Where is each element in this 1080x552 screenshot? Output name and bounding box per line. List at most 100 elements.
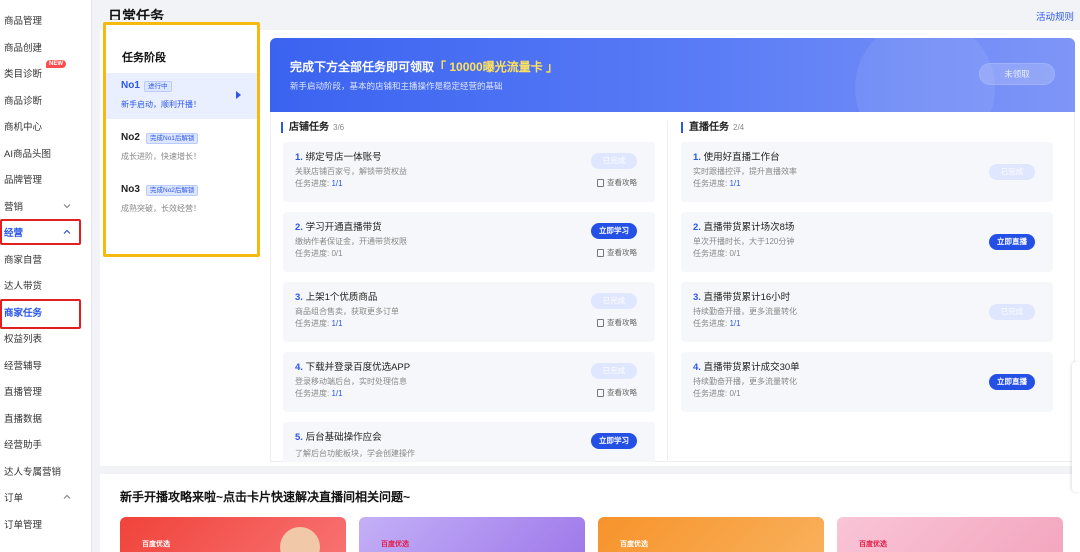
- task-completed-button[interactable]: 已完成: [591, 293, 637, 309]
- sidebar-item-label: 营销: [4, 202, 24, 213]
- sidebar-item-operation-assistant[interactable]: 经营助手: [0, 432, 92, 456]
- task-description: 登录移动端后台，实时处理信息: [295, 377, 407, 386]
- task-progress-value: 0/1: [729, 389, 741, 398]
- stage-item-2[interactable]: No2 完成No1后解锁 成长进阶，快速增长！: [106, 125, 257, 171]
- guide-card[interactable]: 百度优选: [837, 517, 1063, 552]
- reward-banner: 完成下方全部任务即可领取「 10000曝光流量卡 」 新手启动阶段，基本的店铺和…: [270, 38, 1075, 112]
- live-tasks-title: 直播任务: [689, 122, 729, 133]
- task-completed-button[interactable]: 已完成: [989, 164, 1035, 180]
- task-title: 下载并登录百度优选APP: [305, 362, 411, 373]
- sidebar-item-benefits-list[interactable]: 权益列表: [0, 326, 92, 350]
- sidebar-item-label: 类目诊断: [4, 69, 43, 80]
- sidebar-item-label: 权益列表: [4, 334, 43, 345]
- sidebar-item-live-management[interactable]: 直播管理: [0, 379, 92, 403]
- task-title: 上架1个优质商品: [305, 292, 378, 303]
- view-guide-link[interactable]: 查看攻略: [597, 317, 637, 328]
- sidebar-item-live-data[interactable]: 直播数据: [0, 406, 92, 430]
- go-live-button[interactable]: 立即直播: [989, 234, 1035, 250]
- sidebar-item-product-management[interactable]: 商品管理: [0, 8, 92, 32]
- task-completed-button[interactable]: 已完成: [591, 363, 637, 379]
- sidebar-item-category-diagnosis[interactable]: 类目诊断 NEW: [0, 60, 92, 85]
- task-number: 4.: [295, 362, 303, 373]
- view-guide-label: 查看攻略: [607, 178, 637, 187]
- task-progress-label: 任务进度:: [693, 249, 728, 258]
- task-number: 3.: [693, 292, 701, 303]
- sidebar-item-ai-product-image[interactable]: AI商品头图: [0, 141, 92, 165]
- sidebar-item-label: 商品创建: [4, 43, 43, 54]
- sidebar-item-label: 订单管理: [4, 520, 43, 531]
- store-tasks-count: 3/6: [333, 123, 345, 132]
- sidebar-item-order-management[interactable]: 订单管理: [0, 512, 92, 536]
- activity-rules-link[interactable]: 活动规则: [1036, 9, 1074, 23]
- view-guide-label: 查看攻略: [607, 248, 637, 257]
- go-live-button[interactable]: 立即直播: [989, 374, 1035, 390]
- learn-now-button[interactable]: 立即学习: [591, 433, 637, 449]
- sidebar-item-label: 商机中心: [4, 122, 43, 133]
- sidebar-item-merchant-self[interactable]: 商家自营: [0, 247, 92, 271]
- task-title: 直播带货累计场次8场: [703, 222, 795, 233]
- sidebar-item-operation-coaching[interactable]: 经营辅导: [0, 353, 92, 377]
- store-task-card: 2. 学习开通直播带货 缴纳作者保证金，开通带货权限 任务进度: 0/1 立即学…: [283, 212, 655, 272]
- task-number: 3.: [295, 292, 303, 303]
- baidu-youxuan-logo: 百度优选: [620, 541, 648, 548]
- stage-item-3[interactable]: No3 完成No2后解锁 成熟突破，长效经营！: [106, 177, 257, 223]
- task-name: 4. 直播带货累计成交30单: [693, 359, 800, 373]
- sidebar-item-product-diagnosis[interactable]: 商品诊断: [0, 88, 92, 112]
- stage-number: No3: [121, 184, 140, 195]
- stage-item-1[interactable]: No1 进行中 新手启动，顺利开播！: [106, 73, 257, 119]
- live-task-card: 4. 直播带货累计成交30单 持续勤奋开播，更多流量转化 任务进度: 0/1 立…: [681, 352, 1053, 412]
- task-name: 3. 直播带货累计16小时: [693, 289, 790, 303]
- sidebar-group-marketing[interactable]: 营销: [0, 194, 92, 218]
- sidebar-group-orders[interactable]: 订单: [0, 485, 92, 509]
- task-name: 1. 使用好直播工作台: [693, 149, 780, 163]
- task-title: 绑定号店一体账号: [305, 152, 382, 163]
- task-progress-value: 1/1: [331, 389, 343, 398]
- task-progress: 任务进度: 0/1: [295, 248, 343, 259]
- sidebar-item-label: 经营助手: [4, 440, 43, 451]
- task-progress-label: 任务进度:: [295, 249, 330, 258]
- sidebar-item-influencer-marketing[interactable]: 达人专属营销: [0, 459, 92, 483]
- view-guide-link[interactable]: 查看攻略: [597, 177, 637, 188]
- task-completed-button[interactable]: 已完成: [591, 153, 637, 169]
- sidebar-item-opportunity-center[interactable]: 商机中心: [0, 114, 92, 138]
- task-completed-button[interactable]: 已完成: [989, 304, 1035, 320]
- banner-subtitle: 新手启动阶段，基本的店铺和主播操作是稳定经营的基础: [290, 81, 503, 91]
- sidebar-item-label: 订单: [4, 493, 24, 504]
- task-title: 直播带货累计16小时: [703, 292, 791, 303]
- stage-description: 新手启动，顺利开播！: [121, 100, 201, 109]
- task-description: 了解后台功能板块，学会创建操作: [295, 449, 415, 458]
- view-guide-link[interactable]: 查看攻略: [597, 247, 637, 258]
- sidebar-item-label: 直播数据: [4, 414, 43, 425]
- sidebar-item-label: 经营辅导: [4, 361, 43, 372]
- guide-card[interactable]: 百度优选: [359, 517, 585, 552]
- task-description: 单次开播时长，大于120分钟: [693, 237, 795, 246]
- task-number: 2.: [693, 222, 701, 233]
- sidebar-item-influencer-sales[interactable]: 达人带货: [0, 273, 92, 297]
- sidebar-item-brand-management[interactable]: 品牌管理: [0, 167, 92, 191]
- task-progress-label: 任务进度:: [693, 179, 728, 188]
- claim-reward-button[interactable]: 未领取: [979, 63, 1055, 85]
- task-progress: 任务进度: 0/1: [693, 388, 741, 399]
- task-progress-value: 1/1: [331, 319, 343, 328]
- live-task-card: 1. 使用好直播工作台 实时跟播控评，提升直播效率 任务进度: 1/1 已完成: [681, 142, 1053, 202]
- task-title: 学习开通直播带货: [305, 222, 382, 233]
- chevron-down-icon: [63, 204, 71, 209]
- task-title: 使用好直播工作台: [703, 152, 780, 163]
- document-icon: [597, 178, 604, 187]
- view-guide-link[interactable]: 查看攻略: [597, 387, 637, 398]
- learn-now-button[interactable]: 立即学习: [591, 223, 637, 239]
- task-progress: 任务进度: 1/1: [295, 178, 343, 189]
- sidebar-item-label: 商品诊断: [4, 96, 43, 107]
- sidebar-item-product-create[interactable]: 商品创建: [0, 35, 92, 59]
- task-title: 后台基础操作应会: [305, 432, 382, 443]
- task-description: 商品组合售卖，获取更多订单: [295, 307, 399, 316]
- floating-side-toolbar[interactable]: [1072, 362, 1080, 492]
- sidebar-item-label: 达人专属营销: [4, 467, 62, 478]
- baidu-youxuan-logo: 百度优选: [142, 541, 170, 548]
- banner-decoration: [855, 38, 995, 112]
- guide-card[interactable]: 百度优选: [598, 517, 824, 552]
- guide-card[interactable]: 百度优选: [120, 517, 346, 552]
- task-progress-label: 任务进度:: [693, 319, 728, 328]
- document-icon: [597, 248, 604, 257]
- live-tasks-heading: 直播任务 2/4: [681, 122, 744, 133]
